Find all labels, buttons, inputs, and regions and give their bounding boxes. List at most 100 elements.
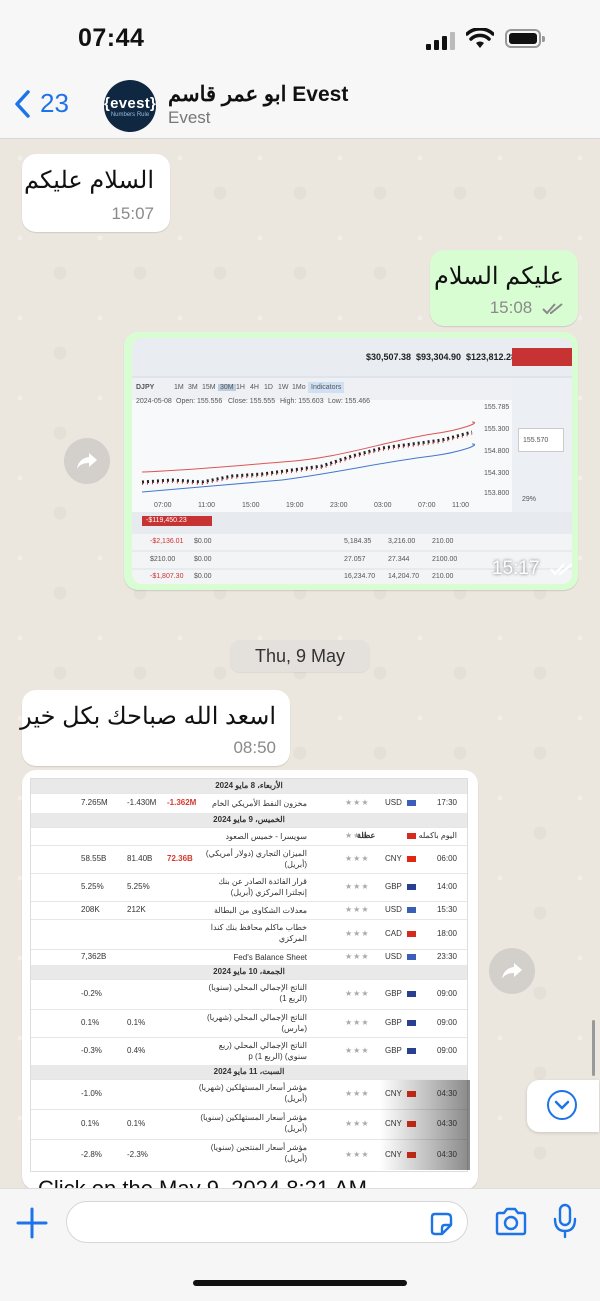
calendar-day-header: الخميس، 9 مايو 2024 (31, 813, 467, 828)
contact-subtitle: Evest (168, 108, 211, 127)
photo-cell: $210.00 (150, 556, 176, 563)
flag-icon (407, 800, 416, 806)
photo-candlesticks (141, 421, 475, 493)
wifi-icon (466, 28, 494, 48)
importance-stars: ★★★ (345, 1150, 370, 1159)
calendar-previous: 208K (81, 905, 100, 914)
photo-indicators-button: Indicators (308, 382, 345, 393)
photo-timeframe-bar: DJPY 1M 3M 15M 30M 1H 4H 1D 1W 1Mo Indic… (132, 378, 512, 400)
contact-name[interactable]: ابو عمر قاسم Evest (168, 82, 348, 107)
plus-icon[interactable] (16, 1207, 48, 1239)
photo-time-tick: 11:00 (198, 502, 215, 509)
avatar-logo-text: {evest} (104, 95, 156, 112)
photo-order-panel: 155.570 29% (512, 378, 572, 512)
message-text: السلام عليكم (24, 167, 154, 194)
calendar-forecast: -2.3% (127, 1150, 148, 1159)
photo-price-tick: 154.300 (484, 470, 510, 477)
scroll-down-button[interactable] (527, 1080, 599, 1132)
trading-chart-photo[interactable]: $30,507.38 $93,304.90 $123,812.28 DJPY 1… (132, 338, 572, 584)
calendar-day-header: الأربعاء، 8 مايو 2024 (31, 779, 467, 794)
flag-icon (407, 856, 416, 862)
photo-time-tick: 11:00 (452, 502, 469, 509)
forward-button[interactable] (489, 948, 535, 994)
status-bar: 07:44 (0, 0, 600, 76)
photo-timeframe: 3M (188, 384, 198, 391)
calendar-row: 17:30 USD ★★★ مخزون النفط الأمريكي الخام -1.… (31, 793, 467, 814)
calendar-row: 06:00 CNY ★★★ الميزان التجاري (دولار أمريكي… (31, 845, 467, 874)
read-ticks-icon (542, 303, 563, 315)
photo-timeframe: 1Mo (292, 384, 306, 391)
importance-stars: ★★★ (345, 929, 370, 938)
calendar-previous: -0.2% (81, 989, 102, 998)
chevron-down-icon (547, 1090, 577, 1120)
message-text: عليكم السلام (434, 263, 564, 290)
microphone-icon[interactable] (553, 1203, 577, 1239)
calendar-event: مؤشر أسعار المنتجين (سنويا) (أبريل) (210, 1143, 307, 1163)
calendar-previous: -0.3% (81, 1046, 102, 1055)
photo-side-box: 155.570 (518, 428, 564, 452)
calendar-previous: 5.25% (81, 882, 104, 891)
sticker-icon[interactable] (428, 1211, 454, 1237)
photo-cell: 2100.00 (432, 556, 458, 563)
calendar-previous: 0.1% (81, 1018, 100, 1027)
calendar-row: 09:00 GBP ★★★ الناتج الإجمالي المحلي (ربع س… (31, 1037, 467, 1066)
photo-time-tick: 15:00 (242, 502, 260, 509)
status-time: 07:44 (78, 24, 145, 52)
flag-icon (407, 907, 416, 913)
calendar-event: مؤشر أسعار المستهلكين (سنويا) (أبريل) (200, 1113, 307, 1133)
forward-icon (77, 453, 97, 469)
photo-cell: 14,204.70 (388, 573, 420, 580)
photo-timeframe: 1H (236, 384, 245, 391)
photo-cell: 210.00 (432, 573, 454, 580)
importance-stars: ★★★ (345, 989, 370, 998)
calendar-event: Fed's Balance Sheet (233, 953, 307, 962)
calendar-previous: -1.0% (81, 1089, 102, 1098)
signal-icon (426, 32, 458, 50)
photo-timeframe: 1M (174, 384, 184, 391)
calendar-event: الناتج الإجمالي المحلي (شهريا) (مارس) (206, 1013, 307, 1033)
forward-button[interactable] (64, 438, 110, 484)
calendar-forecast: 5.25% (127, 882, 150, 891)
photo-cell: $0.00 (194, 556, 212, 563)
flag-icon (407, 954, 416, 960)
photo-cell: 5,184.35 (344, 538, 372, 545)
photo-timeframe: 15M (202, 384, 216, 391)
photo-time-tick: 03:00 (374, 502, 392, 509)
photo-cell: 16,234.70 (344, 573, 376, 580)
photo-red-button (512, 348, 572, 366)
calendar-time: 18:00 (436, 929, 457, 938)
avatar[interactable]: {evest} Numbers Rule (104, 80, 156, 132)
calendar-row: 23:30 USD ★★★ Fed's Balance Sheet 7,362B (31, 949, 467, 966)
calendar-event: معدلات الشكاوى من البطالة (213, 906, 307, 915)
photo-cell: -$2,136.01 (150, 538, 184, 545)
camera-icon[interactable] (494, 1207, 528, 1237)
scrollbar[interactable] (592, 1020, 595, 1076)
calendar-previous: 58.55B (81, 854, 107, 863)
calendar-previous: -2.8% (81, 1150, 102, 1159)
calendar-currency: GBP (385, 882, 402, 891)
message-time: 15:17 (492, 558, 540, 579)
calendar-row: 14:00 GBP ★★★ قرار الفائدة الصادر عن بنك إن… (31, 873, 467, 902)
back-button[interactable]: 23 (14, 88, 69, 119)
photo-symbol: DJPY (136, 384, 155, 391)
calendar-currency: GBP (385, 1046, 402, 1055)
importance-stars: ★★★ (345, 1046, 370, 1055)
message-bubble-outgoing[interactable]: عليكم السلام 15:08 (430, 250, 578, 326)
photo-time-tick: 23:00 (330, 502, 348, 509)
importance-stars: ★★★ (345, 905, 370, 914)
calendar-currency: USD (385, 798, 402, 807)
calendar-forecast: 212K (127, 905, 146, 914)
message-bubble-incoming[interactable]: السلام عليكم 15:07 (22, 154, 170, 232)
photo-cell: 210.00 (432, 538, 454, 545)
message-input[interactable] (66, 1201, 468, 1243)
message-bubble-incoming[interactable]: اسعد الله صباحك بكل خير 08:50 (20, 690, 290, 766)
calendar-event: الناتج الإجمالي المحلي (ربع سنوي) (الربع… (218, 1041, 307, 1061)
calendar-currency: CNY (385, 854, 402, 863)
calendar-currency: CAD (385, 929, 402, 938)
chat-header: 23 {evest} Numbers Rule ابو عمر قاسم Eve… (0, 76, 600, 139)
photo-time-tick: 07:00 (418, 502, 436, 509)
calendar-time: 14:00 (436, 882, 457, 891)
calendar-previous: 7.265M (81, 798, 108, 807)
photo-time-tick: 07:00 (154, 502, 172, 509)
calendar-time: 15:30 (436, 905, 457, 914)
